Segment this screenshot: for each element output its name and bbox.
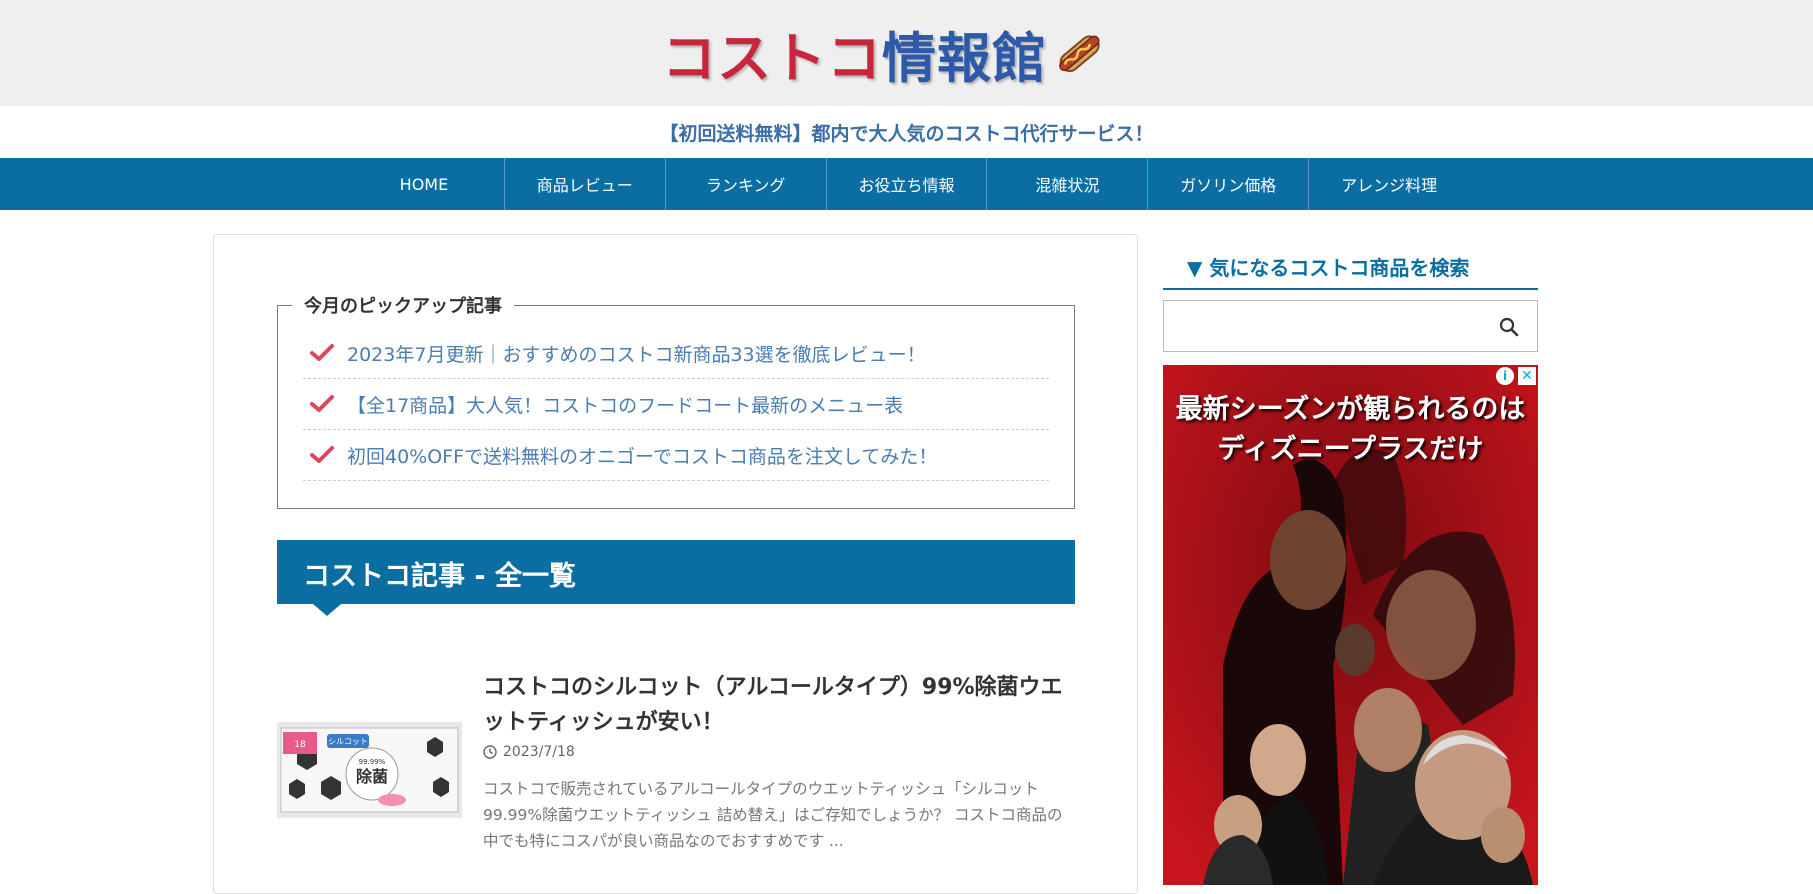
nav-item-congestion[interactable]: 混雑状況 [987,158,1149,210]
ad-headline-line2: ディズニープラスだけ [1217,434,1484,465]
section-heading-text: コストコ記事 - 全一覧 [303,561,577,592]
search-input[interactable] [1172,307,1472,345]
pickup-item[interactable]: 【全17商品】大人気！コストコのフードコート最新のメニュー表 [303,379,1049,430]
tagline-bar: 【初回送料無料】都内で大人気のコストコ代行サービス！ [0,106,1813,158]
nav-item-useful-info[interactable]: お役立ち情報 [827,158,988,210]
search-box [1163,300,1538,352]
pickup-box: 今月のピックアップ記事 2023年7月更新｜おすすめのコストコ新商品33選を徹底… [277,292,1075,509]
nav-inner: HOME 商品レビュー ランキング お役立ち情報 混雑状況 ガソリン価格 アレン… [344,158,1469,210]
site-logo[interactable]: コストコ 情報館 [662,20,1105,90]
nav-item-gas-price[interactable]: ガソリン価格 [1148,158,1310,210]
sidebar-advertisement[interactable]: 最新シーズンが観られるのは ディズニープラスだけ i ✕ [1163,365,1538,885]
svg-text:18: 18 [294,740,306,750]
logo-text-blue: 情報館 [882,26,1047,90]
info-icon[interactable]: i [1496,367,1514,385]
section-heading-arrow [313,604,341,616]
pickup-item[interactable]: 初回40%OFFで送料無料のオニゴーでコストコ商品を注文してみた！ [303,430,1049,481]
article-date-text: 2023/7/18 [503,744,575,760]
logo-text-red: コストコ [662,26,882,90]
article-card[interactable]: 18 シルコット 99.99% 除菌 コストコのシルコット（アルコールタイプ）9… [277,670,1075,870]
nav-item-arrange-recipes[interactable]: アレンジ料理 [1309,158,1469,210]
nav-item-home[interactable]: HOME [344,158,505,210]
check-icon [310,395,334,412]
tagline-link[interactable]: 【初回送料無料】都内で大人気のコストコ代行サービス！ [659,119,1153,146]
check-icon [310,344,334,361]
nav-item-ranking[interactable]: ランキング [666,158,827,210]
clock-icon [483,745,497,759]
pickup-title: 今月のピックアップ記事 [292,292,514,318]
article-title[interactable]: コストコのシルコット（アルコールタイプ）99%除菌ウエットティッシュが安い！ [483,670,1073,740]
svg-text:除菌: 除菌 [356,767,388,786]
pickup-link[interactable]: 2023年7月更新｜おすすめのコストコ新商品33選を徹底レビュー！ [347,340,926,367]
sidebar-search-title: ▼ 気になるコストコ商品を検索 [1163,244,1538,290]
main-content: 今月のピックアップ記事 2023年7月更新｜おすすめのコストコ新商品33選を徹底… [213,234,1138,894]
article-excerpt: コストコで販売されているアルコールタイプのウエットティッシュ「シルコット99.9… [483,780,1063,850]
pickup-item[interactable]: 2023年7月更新｜おすすめのコストコ新商品33選を徹底レビュー！ [303,328,1049,379]
hotdog-icon [1059,35,1100,73]
close-icon[interactable]: ✕ [1518,367,1536,385]
article-thumbnail[interactable]: 18 シルコット 99.99% 除菌 [277,722,462,818]
pickup-link[interactable]: 【全17商品】大人気！コストコのフードコート最新のメニュー表 [347,391,903,418]
global-nav: HOME 商品レビュー ランキング お役立ち情報 混雑状況 ガソリン価格 アレン… [0,158,1813,210]
article-date: 2023/7/18 [483,744,575,760]
nav-item-product-review[interactable]: 商品レビュー [505,158,666,210]
check-icon [310,446,334,463]
svg-text:99.99%: 99.99% [359,758,386,766]
pickup-list: 2023年7月更新｜おすすめのコストコ新商品33選を徹底レビュー！ 【全17商品… [303,328,1049,481]
site-header: コストコ 情報館 [0,0,1813,106]
pickup-link[interactable]: 初回40%OFFで送料無料のオニゴーでコストコ商品を注文してみた！ [347,442,937,469]
search-icon[interactable] [1497,315,1521,339]
ad-headline-line1: 最新シーズンが観られるのは [1175,394,1526,425]
svg-text:シルコット: シルコット [328,737,368,746]
section-heading: コストコ記事 - 全一覧 [277,540,1075,616]
